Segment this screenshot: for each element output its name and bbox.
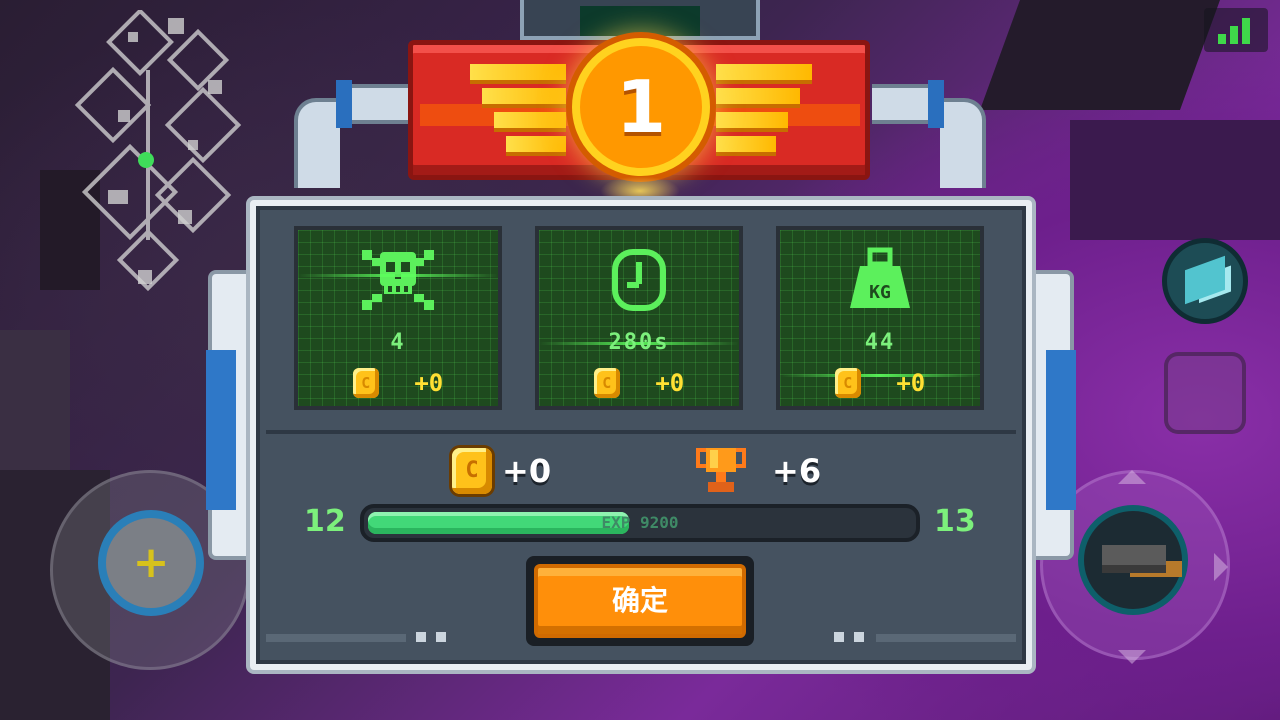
stat-card-kills: 4 +0 bbox=[294, 226, 502, 410]
footer-bar bbox=[266, 634, 406, 642]
coin-icon bbox=[593, 368, 620, 398]
time-coin-bonus: +0 bbox=[655, 369, 685, 397]
exp-label: EXP 9200 bbox=[601, 513, 679, 532]
frame-pipe bbox=[294, 98, 340, 188]
reward-trophies: +6 bbox=[772, 452, 822, 490]
top-door-window bbox=[580, 6, 700, 36]
background-block bbox=[979, 0, 1221, 110]
weight-kg-label: KG bbox=[869, 282, 891, 303]
footer-dot bbox=[416, 632, 426, 642]
footer-dot bbox=[436, 632, 446, 642]
weight-coin-bonus: +0 bbox=[896, 369, 926, 397]
signal-strength-icon bbox=[1204, 8, 1268, 52]
skill-button[interactable] bbox=[1162, 238, 1248, 324]
panel-divider bbox=[266, 430, 1016, 434]
stat-card-time: 280s +0 bbox=[535, 226, 743, 410]
coin-icon bbox=[452, 448, 492, 494]
next-level: 13 bbox=[934, 504, 976, 539]
rank-number: 1 bbox=[615, 65, 667, 149]
footer-bar bbox=[876, 634, 1016, 642]
empty-item-slot[interactable] bbox=[1164, 352, 1246, 434]
pipe-cuff bbox=[928, 80, 944, 128]
weight-value: 44 bbox=[864, 330, 896, 355]
footer-dot bbox=[854, 632, 864, 642]
stat-card-weight: KG 44 +0 bbox=[776, 226, 984, 410]
kills-coin-bonus: +0 bbox=[414, 369, 444, 397]
weight-coin-row: +0 bbox=[780, 368, 980, 398]
coin-icon bbox=[352, 368, 379, 398]
minimap bbox=[28, 8, 268, 310]
kills-coin-row: +0 bbox=[298, 368, 498, 398]
weapon-button[interactable] bbox=[1078, 505, 1188, 615]
panel-side-accent bbox=[206, 350, 236, 510]
arrow-up-icon bbox=[1118, 470, 1146, 484]
background-block bbox=[1070, 120, 1280, 240]
confirm-button[interactable]: 确定 bbox=[534, 564, 746, 638]
scanline bbox=[298, 274, 498, 277]
time-coin-row: +0 bbox=[539, 368, 739, 398]
arrow-down-icon bbox=[1118, 650, 1146, 664]
clock-icon bbox=[539, 244, 739, 316]
time-value: 280s bbox=[608, 330, 670, 355]
coin-icon bbox=[834, 368, 861, 398]
footer-dot bbox=[834, 632, 844, 642]
frame-pipe bbox=[940, 98, 986, 188]
arrow-right-icon bbox=[1214, 553, 1228, 581]
weight-kg-icon: KG bbox=[780, 244, 980, 316]
pipe-cuff bbox=[336, 80, 352, 128]
panel-side-accent bbox=[1046, 350, 1076, 510]
skull-crossbones-icon bbox=[298, 244, 498, 316]
kills-value: 4 bbox=[390, 330, 406, 355]
plus-icon: + bbox=[132, 537, 170, 588]
trophy-icon bbox=[696, 446, 746, 496]
current-level: 12 bbox=[304, 504, 346, 539]
reward-coins: +0 bbox=[502, 452, 552, 490]
